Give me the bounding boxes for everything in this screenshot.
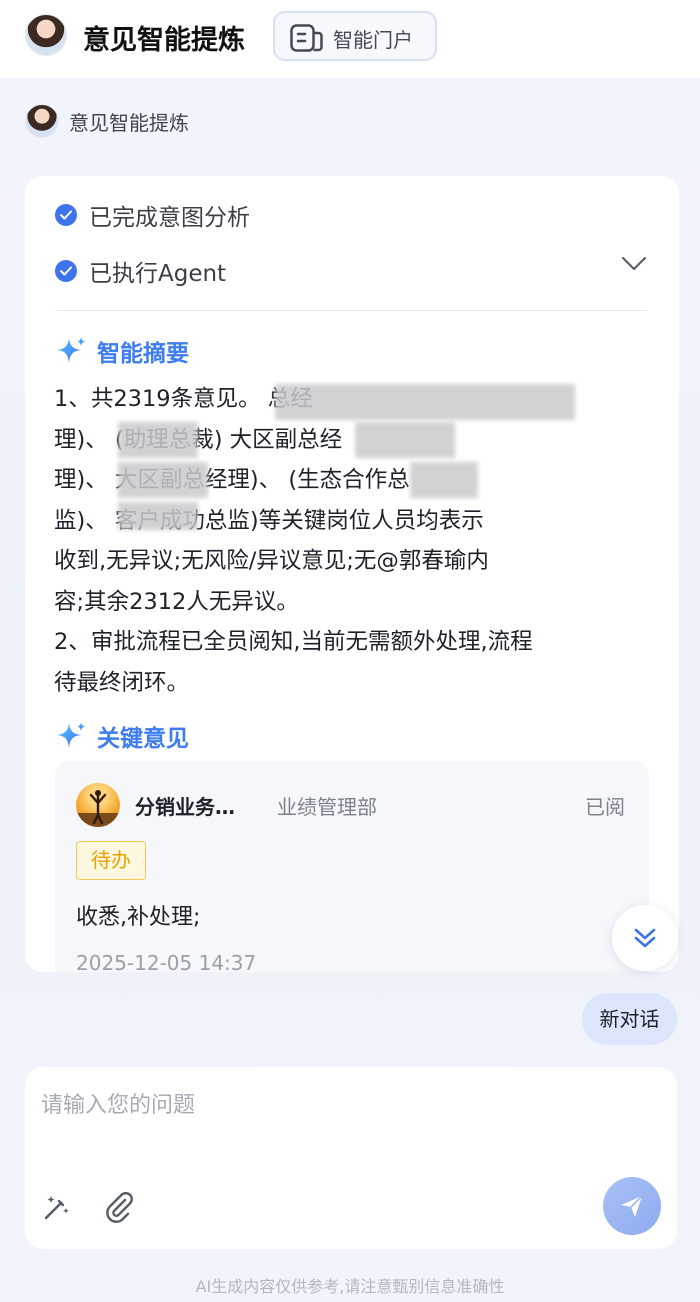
bot-avatar-small <box>25 104 59 138</box>
redacted-name <box>410 462 478 498</box>
new-chat-button[interactable]: 新对话 <box>582 993 677 1045</box>
divider <box>55 310 648 311</box>
question-input[interactable] <box>41 1087 661 1177</box>
sparkle-icon <box>57 337 85 363</box>
chevron-down-icon[interactable] <box>621 256 647 272</box>
double-chevron-down-icon <box>634 928 656 948</box>
send-icon <box>621 1195 643 1217</box>
summary-heading: 智能摘要 <box>55 334 189 368</box>
bot-avatar <box>25 14 67 56</box>
status-agent-text: 已执行Agent <box>89 261 227 287</box>
answer-card: 已完成意图分析 已执行Agent 智能摘要 1、共2319条意见。 总经 理)、… <box>25 176 679 972</box>
status-intent-text: 已完成意图分析 <box>89 205 250 231</box>
user-avatar <box>76 783 120 827</box>
opinion-text: 收悉,补处理; <box>76 905 201 930</box>
opinion-card[interactable]: 分销业务… 业绩管理部 已阅 待办 收悉,补处理; 2025-12-05 14:… <box>55 761 649 972</box>
read-status: 已阅 <box>585 795 625 819</box>
redacted-name <box>355 422 455 458</box>
status-agent[interactable]: 已执行Agent <box>55 254 226 288</box>
magic-wand-icon[interactable] <box>41 1191 73 1223</box>
smart-portal-label: 智能门户 <box>333 28 413 52</box>
key-opinions-heading: 关键意见 <box>55 719 189 753</box>
smart-portal-button[interactable]: 智能门户 <box>273 11 437 61</box>
bot-identity: 意见智能提炼 <box>25 104 189 138</box>
app-header: 意见智能提炼 智能门户 <box>0 0 700 78</box>
paperclip-icon[interactable] <box>103 1191 135 1223</box>
check-circle-icon <box>55 204 77 226</box>
key-opinions-title: 关键意见 <box>97 726 189 752</box>
summary-line: 待最终闭环。 <box>54 669 190 696</box>
opinion-department: 业绩管理部 <box>277 795 377 819</box>
opinion-timestamp: 2025-12-05 14:37 <box>76 951 257 972</box>
sparkle-icon <box>57 722 85 748</box>
page-title: 意见智能提炼 <box>83 25 245 56</box>
portal-icon <box>290 24 323 52</box>
check-circle-icon <box>55 260 77 282</box>
opinion-user-name: 分销业务… <box>135 795 235 819</box>
summary-title: 智能摘要 <box>97 341 189 367</box>
summary-line: 收到,无异议;无风险/异议意见;无@郭春瑜内 <box>54 548 489 574</box>
status-intent: 已完成意图分析 <box>55 198 250 232</box>
disclaimer: AI生成内容仅供参考,请注意甄别信息准确性 <box>195 1277 505 1296</box>
send-button[interactable] <box>603 1177 661 1235</box>
redacted-name <box>275 384 575 420</box>
scroll-to-bottom-button[interactable] <box>612 905 678 971</box>
chat-input-area <box>25 1067 677 1249</box>
bot-name: 意见智能提炼 <box>69 110 189 135</box>
summary-line: 2、审批流程已全员阅知,当前无需额外处理,流程 <box>54 629 533 655</box>
redacted-name <box>118 422 198 458</box>
todo-badge: 待办 <box>76 841 146 880</box>
summary-line: 容;其余2312人无异议。 <box>54 588 299 615</box>
redacted-name <box>118 502 198 530</box>
redacted-name <box>118 462 208 498</box>
